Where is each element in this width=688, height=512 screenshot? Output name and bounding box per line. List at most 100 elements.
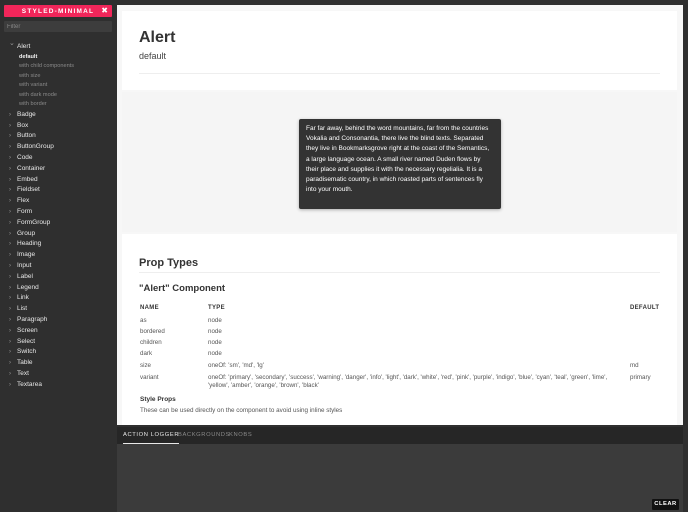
clear-button[interactable]: CLEAR	[652, 499, 679, 510]
story-link[interactable]: with size	[0, 72, 116, 82]
close-icon[interactable]: ✖	[101, 5, 108, 17]
brand-button[interactable]: STYLED-MINIMAL ✖	[4, 5, 112, 17]
sidebar-item-form[interactable]: › Form	[0, 207, 116, 218]
filter-input[interactable]	[4, 21, 112, 32]
prop-type: node	[208, 339, 222, 346]
story-subtitle: default	[139, 51, 167, 61]
story-link[interactable]: with dark mode	[0, 91, 116, 101]
sidebar-item-screen[interactable]: › Screen	[0, 326, 116, 337]
sidebar-item-switch[interactable]: › Switch	[0, 347, 116, 358]
chevron-right-icon: ›	[9, 370, 11, 377]
sidebar-item-paragraph[interactable]: › Paragraph	[0, 315, 116, 326]
sidebar-item-input[interactable]: › Input	[0, 261, 116, 272]
sidebar-item-label: Text	[17, 369, 29, 377]
prop-default: md	[630, 362, 639, 369]
sidebar: STYLED-MINIMAL ✖ ⌄Alertdefaultwith child…	[0, 0, 116, 512]
column-header-type: TYPE	[208, 305, 225, 311]
tab-knobs[interactable]: KNOBS	[229, 427, 252, 444]
preview-frame: Alert default Far far away, behind the w…	[117, 5, 683, 425]
brand-label: STYLED-MINIMAL	[21, 7, 95, 15]
tab-backgrounds[interactable]: BACKGROUNDS	[178, 427, 230, 444]
sidebar-item-link[interactable]: › Link	[0, 293, 116, 304]
sidebar-item-label: Legend	[17, 283, 39, 291]
sidebar-item-embed[interactable]: › Embed	[0, 175, 116, 186]
tab-action-logger[interactable]: ACTION LOGGER	[123, 427, 180, 444]
story-link[interactable]: with border	[0, 100, 116, 110]
chevron-right-icon: ›	[9, 154, 11, 161]
sidebar-item-group[interactable]: › Group	[0, 229, 116, 240]
story-link[interactable]: default	[0, 53, 116, 63]
sidebar-item-flex[interactable]: › Flex	[0, 196, 116, 207]
sidebar-item-image[interactable]: › Image	[0, 250, 116, 261]
sidebar-item-select[interactable]: › Select	[0, 337, 116, 348]
sidebar-item-label: Table	[17, 359, 33, 367]
chevron-right-icon: ›	[9, 219, 11, 226]
sidebar-item-label: Code	[17, 153, 33, 161]
sidebar-item-label[interactable]: › Label	[0, 272, 116, 283]
sidebar-item-label: Switch	[17, 348, 37, 356]
style-props-description: These can be used directly on the compon…	[140, 407, 343, 414]
addons-tabbar: ACTION LOGGER BACKGROUNDS KNOBS	[117, 427, 683, 444]
sidebar-item-label: Screen	[17, 326, 38, 334]
sidebar-item-label: Image	[17, 251, 36, 259]
chevron-right-icon: ›	[9, 133, 11, 140]
chevron-right-icon: ›	[9, 198, 11, 205]
sidebar-item-textarea[interactable]: › Textarea	[0, 380, 116, 391]
sidebar-item-container[interactable]: › Container	[0, 164, 116, 175]
style-props-title: Style Props	[140, 396, 176, 403]
sidebar-item-alert[interactable]: ⌄ Alert	[0, 40, 116, 53]
sidebar-item-text[interactable]: › Text	[0, 369, 116, 380]
sidebar-item-formgroup[interactable]: › FormGroup	[0, 218, 116, 229]
chevron-right-icon: ›	[9, 187, 11, 194]
chevron-right-icon: ›	[9, 230, 11, 237]
addons-panel: ACTION LOGGER BACKGROUNDS KNOBS CLEAR	[117, 427, 683, 512]
chevron-right-icon: ›	[9, 262, 11, 269]
sidebar-item-fieldset[interactable]: › Fieldset	[0, 185, 116, 196]
prop-types-card: Prop Types "Alert" Component NAME TYPE D…	[122, 234, 677, 425]
sidebar-item-label: Heading	[17, 240, 42, 248]
chevron-right-icon: ›	[9, 284, 11, 291]
sidebar-item-label: Badge	[17, 110, 36, 118]
prop-name: variant	[140, 374, 159, 381]
chevron-right-icon: ›	[9, 144, 11, 151]
chevron-right-icon: ›	[9, 327, 11, 334]
prop-type: node	[208, 317, 222, 324]
prop-default: primary	[630, 374, 651, 381]
chevron-right-icon: ›	[9, 338, 11, 345]
chevron-right-icon: ›	[9, 176, 11, 183]
sidebar-item-table[interactable]: › Table	[0, 358, 116, 369]
chevron-right-icon: ›	[9, 273, 11, 280]
sidebar-item-label: Textarea	[17, 380, 42, 388]
prop-name: as	[140, 317, 147, 324]
chevron-right-icon: ›	[9, 111, 11, 118]
sidebar-item-buttongroup[interactable]: › ButtonGroup	[0, 142, 116, 153]
chevron-right-icon: ›	[9, 252, 11, 259]
sidebar-item-legend[interactable]: › Legend	[0, 283, 116, 294]
divider	[139, 272, 660, 273]
alert-component: Far far away, behind the word mountains,…	[299, 119, 501, 209]
sidebar-item-code[interactable]: › Code	[0, 153, 116, 164]
sidebar-item-button[interactable]: › Button	[0, 131, 116, 142]
prop-name: bordered	[140, 328, 165, 335]
sidebar-item-label: Button	[17, 132, 36, 140]
prop-name: dark	[140, 350, 153, 357]
chevron-right-icon: ›	[9, 306, 11, 313]
prop-type: node	[208, 350, 222, 357]
sidebar-item-label: Alert	[17, 43, 31, 50]
sidebar-item-label: Input	[17, 261, 32, 269]
story-preview: Far far away, behind the word mountains,…	[122, 92, 677, 232]
story-link[interactable]: with variant	[0, 81, 116, 91]
sidebar-item-label: Container	[17, 164, 46, 172]
sidebar-item-label: Group	[17, 229, 36, 237]
sidebar-item-box[interactable]: › Box	[0, 121, 116, 132]
prop-type: oneOf: 'sm', 'md', 'lg'	[208, 362, 264, 369]
prop-types-title: Prop Types	[139, 257, 199, 269]
sidebar-item-heading[interactable]: › Heading	[0, 239, 116, 250]
story-link[interactable]: with child components	[0, 62, 116, 72]
prop-type: node	[208, 328, 222, 335]
sidebar-item-label: Label	[17, 272, 33, 280]
chevron-right-icon: ›	[9, 165, 11, 172]
sidebar-item-badge[interactable]: › Badge	[0, 110, 116, 121]
scrollbar-gutter	[683, 5, 688, 425]
sidebar-item-list[interactable]: › List	[0, 304, 116, 315]
